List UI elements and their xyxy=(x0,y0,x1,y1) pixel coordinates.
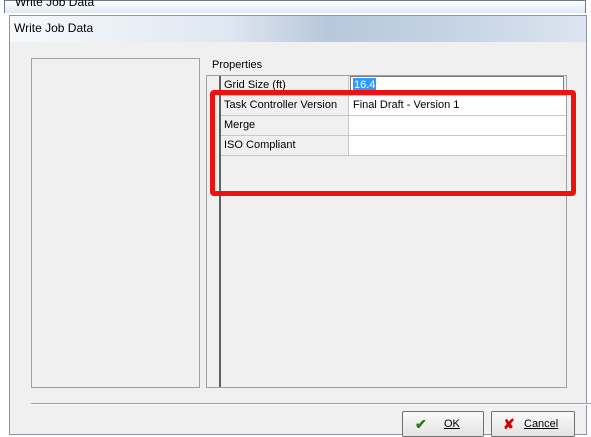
dialog-title: Write Job Data xyxy=(14,21,94,35)
annotation-highlight-box xyxy=(210,90,576,196)
x-cross-icon: ✘ xyxy=(503,416,515,432)
left-panel xyxy=(31,58,200,388)
ok-button[interactable]: ✔ OK xyxy=(402,411,484,437)
dialog-titlebar[interactable]: Write Job Data xyxy=(10,16,586,42)
background-window-title: Write Job Data xyxy=(15,0,95,9)
write-job-data-dialog: Write Job Data Properties Grid Size (ft)… xyxy=(9,15,591,437)
properties-label: Properties xyxy=(212,59,263,71)
background-window: Write Job Data xyxy=(4,0,586,13)
ok-button-label: OK xyxy=(444,418,460,430)
cancel-button[interactable]: ✘ Cancel xyxy=(491,411,575,437)
checkmark-icon: ✔ xyxy=(415,416,427,432)
cancel-button-label: Cancel xyxy=(524,418,559,430)
button-separator xyxy=(31,403,591,405)
